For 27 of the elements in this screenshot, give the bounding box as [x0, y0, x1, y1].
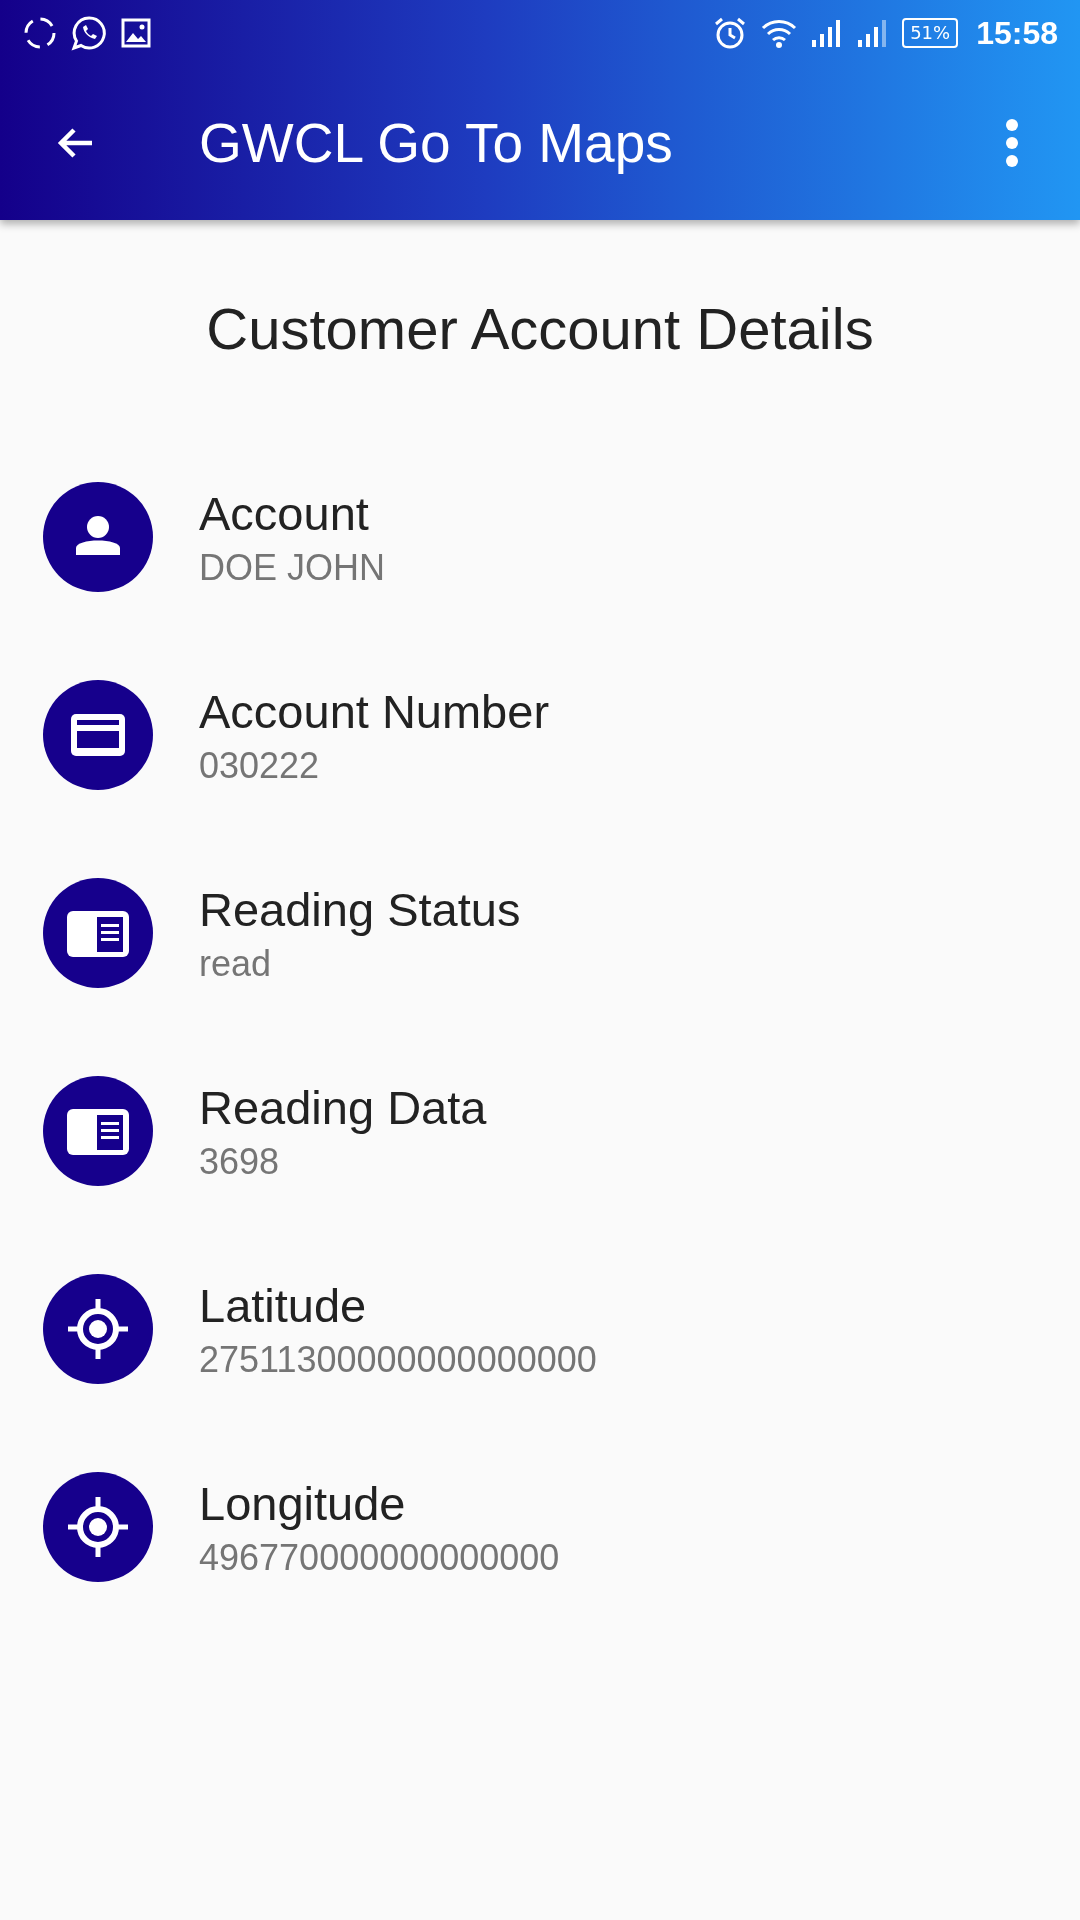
document-icon — [43, 878, 153, 988]
sync-icon — [22, 15, 58, 51]
field-value: read — [199, 942, 272, 985]
field-value: 030222 — [199, 744, 320, 787]
wifi-icon — [760, 17, 799, 49]
field-label: Account Number — [199, 683, 550, 739]
field-value: DOE JOHN — [199, 546, 385, 589]
more-vertical-icon — [1004, 117, 1020, 169]
battery-indicator: 51% — [902, 18, 959, 48]
clock-time: 15:58 — [976, 14, 1058, 52]
image-icon — [120, 17, 152, 49]
document-icon — [43, 1076, 153, 1186]
card-icon — [43, 680, 153, 790]
field-label: Longitude — [199, 1475, 406, 1531]
app-title: GWCL Go To Maps — [199, 111, 674, 175]
location-target-icon — [43, 1472, 153, 1582]
field-label: Account — [199, 485, 369, 541]
field-label: Reading Status — [199, 881, 521, 937]
field-value: 27511300000000000000 — [199, 1338, 597, 1381]
field-value: 3698 — [199, 1140, 280, 1183]
page-heading: Customer Account Details — [205, 295, 875, 362]
location-target-icon — [43, 1274, 153, 1384]
field-value: 496770000000000000 — [199, 1536, 560, 1579]
field-label: Latitude — [199, 1277, 367, 1333]
person-icon — [43, 482, 153, 592]
chat-icon — [70, 14, 108, 52]
field-label: Reading Data — [199, 1079, 487, 1135]
